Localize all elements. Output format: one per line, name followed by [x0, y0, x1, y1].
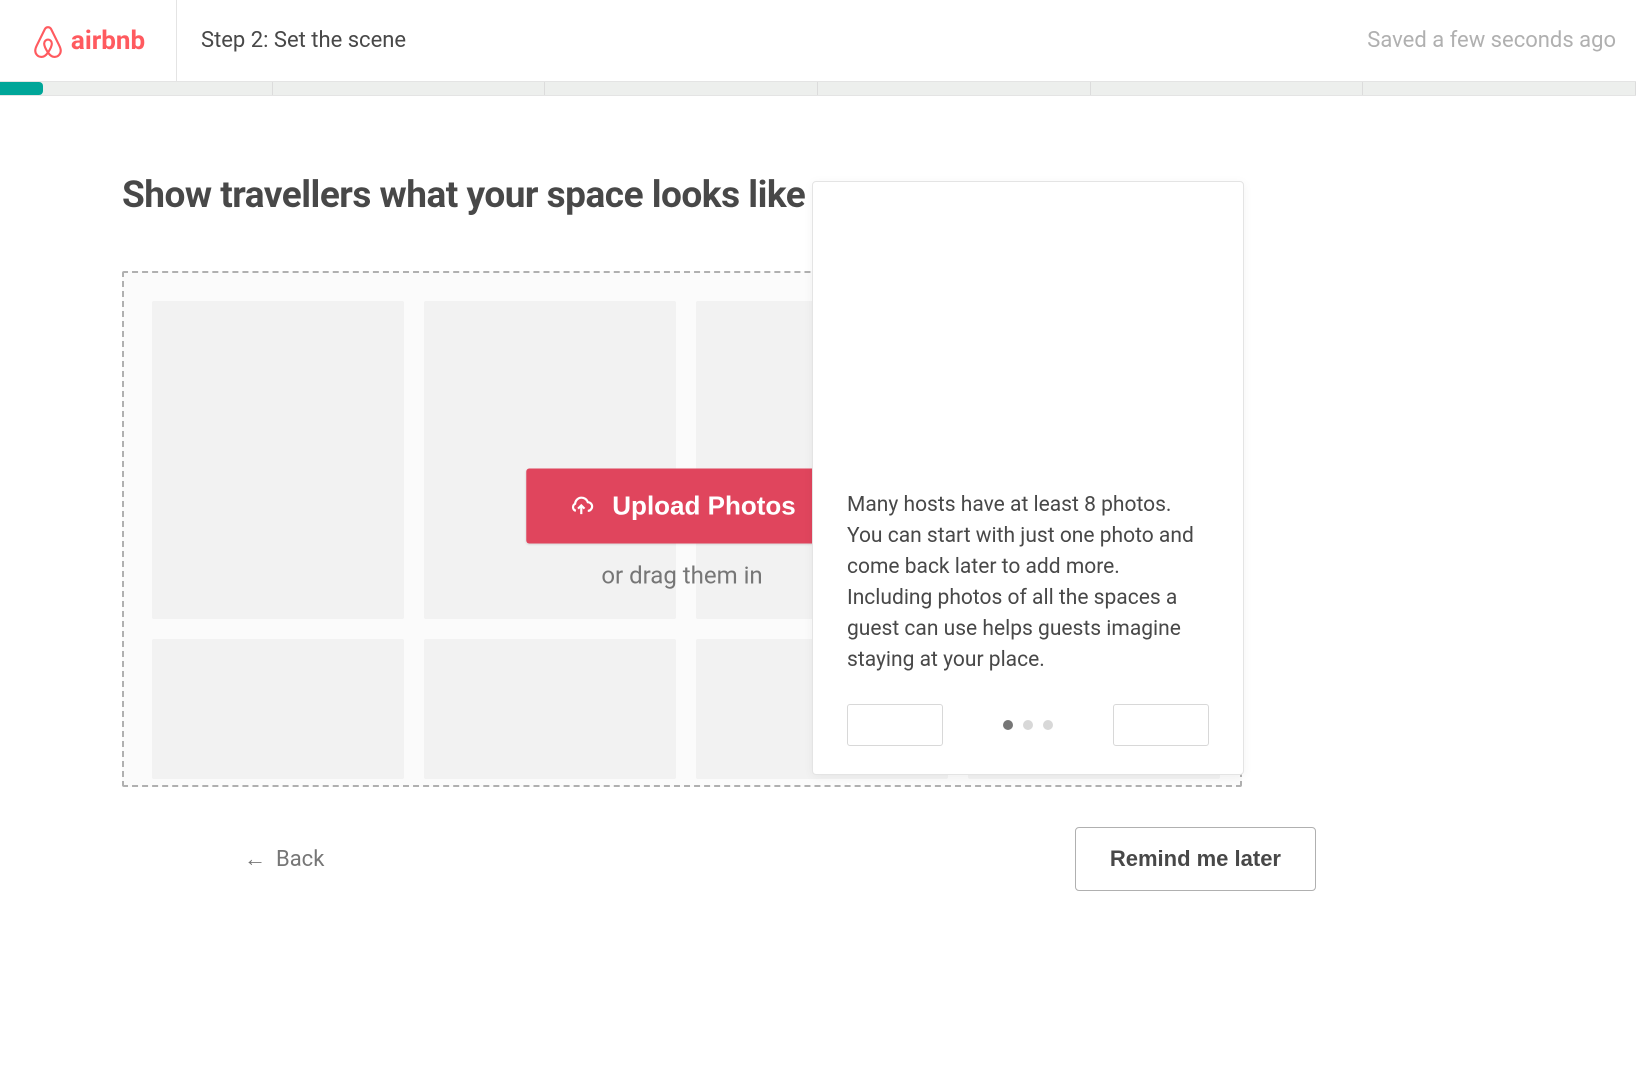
tips-illustration: [813, 182, 1243, 490]
upload-center: Upload Photos or drag them in: [526, 469, 837, 590]
placeholder-tile: [152, 301, 404, 619]
step-title: Step 2: Set the scene: [177, 28, 406, 53]
progress-bar: [0, 82, 1636, 96]
logo-area[interactable]: airbnb: [0, 0, 177, 82]
footer-nav: ← Back Remind me later: [122, 787, 1516, 891]
tips-body: Many hosts have at least 8 photos. You c…: [813, 490, 1243, 774]
progress-segment: [1363, 82, 1636, 95]
progress-segment: [545, 82, 818, 95]
saved-status: Saved a few seconds ago: [1367, 28, 1636, 53]
progress-segment: [0, 82, 273, 95]
upload-photos-button[interactable]: Upload Photos: [526, 469, 837, 544]
upload-button-label: Upload Photos: [612, 491, 795, 522]
tips-prev-button[interactable]: [847, 704, 943, 746]
progress-segment: [273, 82, 546, 95]
drag-hint: or drag them in: [601, 562, 762, 590]
progress-segment: [1091, 82, 1364, 95]
main-content: Show travellers what your space looks li…: [0, 96, 1636, 891]
back-label: Back: [276, 847, 324, 872]
remind-later-button[interactable]: Remind me later: [1075, 827, 1316, 891]
tips-text: Many hosts have at least 8 photos. You c…: [847, 490, 1209, 676]
carousel-dot[interactable]: [1043, 720, 1053, 730]
progress-segment: [818, 82, 1091, 95]
airbnb-logo-icon: [31, 24, 65, 58]
content-row: Upload Photos or drag them in Many hosts…: [122, 271, 1516, 787]
placeholder-tile: [424, 639, 676, 779]
progress-fill: [0, 82, 43, 95]
back-link[interactable]: ← Back: [244, 846, 324, 872]
carousel-dots: [1003, 720, 1053, 730]
tips-next-button[interactable]: [1113, 704, 1209, 746]
brand-name: airbnb: [71, 26, 145, 56]
top-bar: airbnb Step 2: Set the scene Saved a few…: [0, 0, 1636, 82]
tips-nav: [847, 704, 1209, 746]
tips-panel: Many hosts have at least 8 photos. You c…: [812, 181, 1244, 775]
cloud-upload-icon: [568, 493, 594, 519]
carousel-dot[interactable]: [1003, 720, 1013, 730]
arrow-left-icon: ←: [244, 846, 266, 872]
placeholder-tile: [152, 639, 404, 779]
airbnb-logo: airbnb: [31, 24, 145, 58]
carousel-dot[interactable]: [1023, 720, 1033, 730]
